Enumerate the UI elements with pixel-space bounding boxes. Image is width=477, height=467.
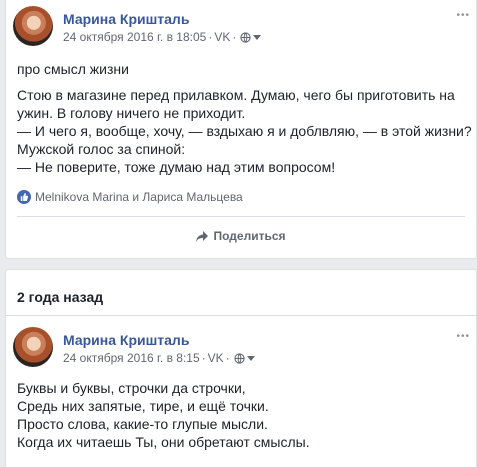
divider <box>6 315 476 316</box>
post-line: Просто слова, какие-то глупые мысли. <box>17 416 268 432</box>
post-line: Стою в магазине перед прилавком. Думаю, … <box>17 87 455 103</box>
caret-down-icon[interactable] <box>246 355 255 361</box>
globe-icon[interactable] <box>234 352 245 364</box>
share-button[interactable]: Поделиться <box>6 229 476 243</box>
more-dots-icon[interactable]: ••• <box>456 331 470 342</box>
post-line: Когда их читаешь Ты, они обретают смыслы… <box>17 434 310 450</box>
divider <box>17 216 465 217</box>
post-meta: 24 октября 2016 г. в 8:15 · VK · <box>63 351 255 365</box>
reactions-text: Melnikova Marina и Лариса Мальцева <box>35 190 243 204</box>
author-name[interactable]: Марина Кришталь <box>63 332 189 348</box>
memories-title: 2 года назад <box>17 289 104 305</box>
share-arrow-icon <box>196 230 209 242</box>
like-icon <box>17 190 31 204</box>
author-name[interactable]: Марина Кришталь <box>63 11 189 27</box>
post-source: VK <box>214 30 231 44</box>
post-line: ужин. В голову ничего не приходит. <box>17 105 246 121</box>
author-avatar[interactable] <box>13 327 53 367</box>
globe-icon[interactable] <box>240 31 251 43</box>
more-dots-icon[interactable]: ••• <box>456 10 470 21</box>
post-card: Марина Кришталь 24 октября 2016 г. в 18:… <box>5 0 477 259</box>
post-line: Мужской голос за спиной: <box>17 141 186 157</box>
post-text: Буквы и буквы, строчки да строчки, Средь… <box>17 379 468 451</box>
author-avatar[interactable] <box>13 6 53 46</box>
caret-down-icon[interactable] <box>253 34 262 40</box>
post-date[interactable]: 24 октября 2016 г. в 18:05 <box>63 30 206 44</box>
post-line: про смысл жизни <box>17 61 129 77</box>
post-line: — И чего я, вообще, хочу, — вздыхаю я и … <box>17 123 472 139</box>
post-source: VK <box>207 351 224 365</box>
post-date[interactable]: 24 октября 2016 г. в 8:15 <box>63 351 200 365</box>
share-label: Поделиться <box>213 229 286 243</box>
post-line: Буквы и буквы, строчки да строчки, <box>17 380 246 396</box>
post-line: — Не поверите, тоже думаю над этим вопро… <box>17 159 336 175</box>
reactions-summary[interactable]: Melnikova Marina и Лариса Мальцева <box>17 190 243 204</box>
post-text: про смысл жизни Стою в магазине перед пр… <box>17 60 472 176</box>
post-meta: 24 октября 2016 г. в 18:05 · VK · <box>63 30 262 44</box>
memories-card: 2 года назад Марина Кришталь 24 октября … <box>5 269 477 467</box>
post-line: Средь них запятые, тире, и ещё точки. <box>17 398 269 414</box>
